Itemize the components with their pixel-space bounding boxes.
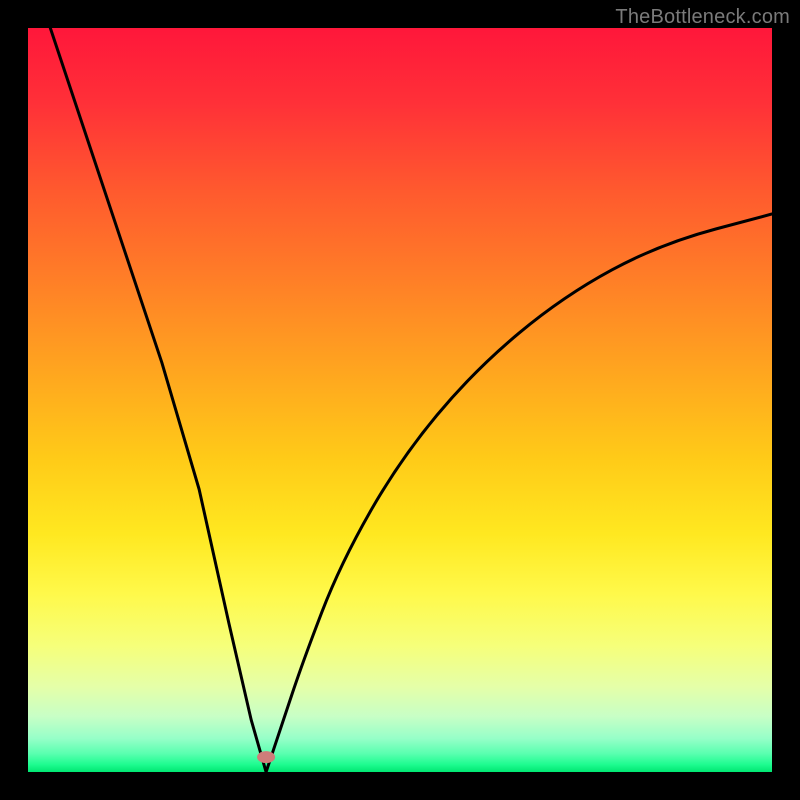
gradient-background [28,28,772,772]
watermark-text: TheBottleneck.com [615,6,790,29]
optimal-point-marker [257,751,275,763]
chart-frame: TheBottleneck.com [0,0,800,800]
bottleneck-chart [28,28,772,772]
